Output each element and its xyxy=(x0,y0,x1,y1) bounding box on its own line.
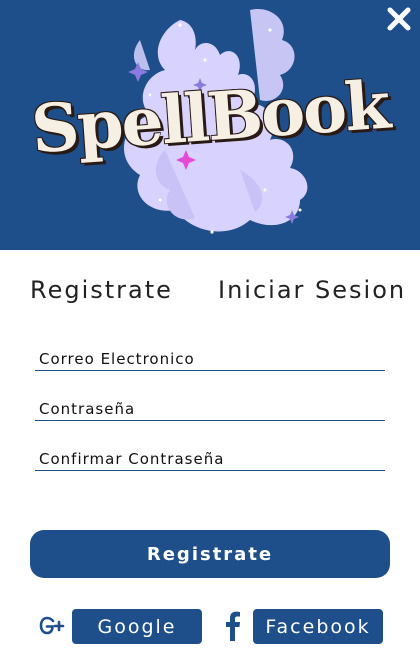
confirm-password-field[interactable] xyxy=(39,450,379,468)
email-field[interactable] xyxy=(39,350,379,368)
close-icon xyxy=(387,7,411,31)
facebook-login-button[interactable]: Facebook xyxy=(253,609,383,644)
password-field[interactable] xyxy=(39,400,379,418)
signup-screen: SpellBook Registrate Iniciar Sesion Regi… xyxy=(0,0,420,667)
google-plus-icon xyxy=(39,616,65,635)
header-banner: SpellBook xyxy=(0,0,420,250)
tab-register[interactable]: Registrate xyxy=(30,276,173,304)
register-button[interactable]: Registrate xyxy=(30,530,390,578)
confirm-password-field-container xyxy=(35,443,385,471)
facebook-icon xyxy=(226,611,240,641)
close-button[interactable] xyxy=(386,6,412,32)
tab-login[interactable]: Iniciar Sesion xyxy=(218,276,406,304)
password-field-container xyxy=(35,393,385,421)
google-login-button[interactable]: Google xyxy=(72,609,202,644)
auth-tabs: Registrate Iniciar Sesion xyxy=(0,276,420,312)
email-field-container xyxy=(35,343,385,371)
